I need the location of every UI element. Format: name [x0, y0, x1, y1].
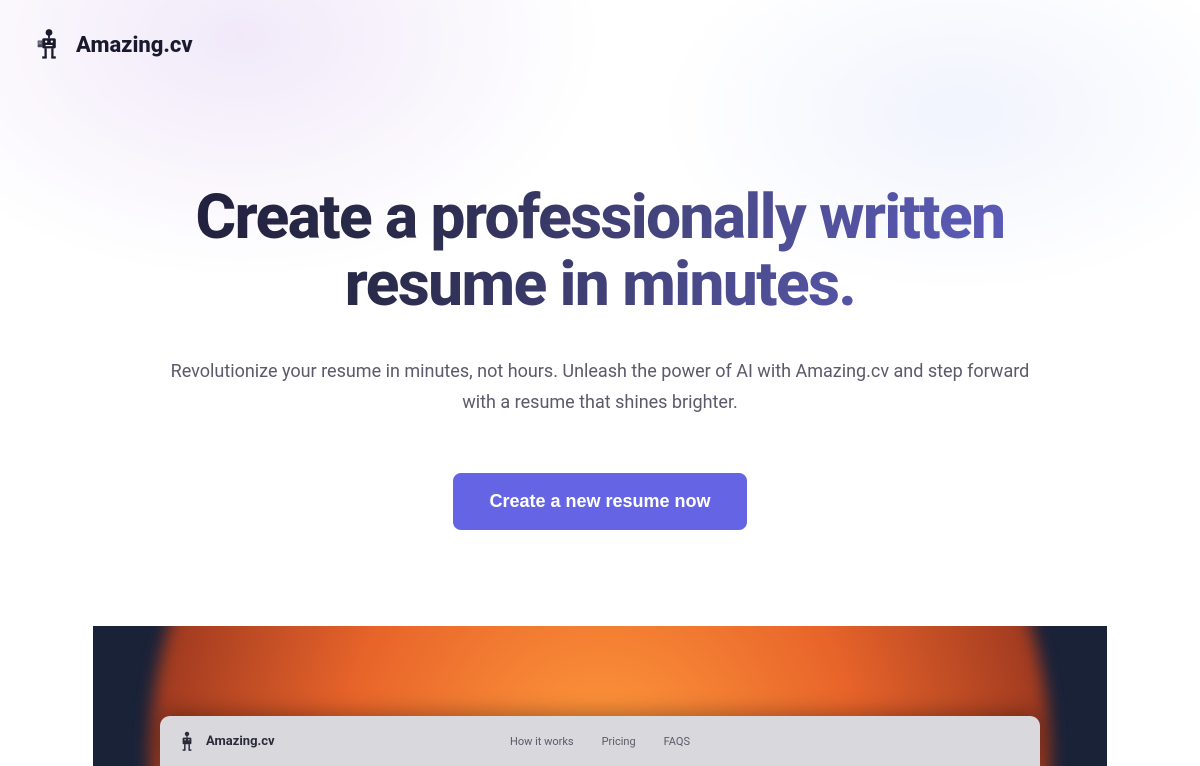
brand-name: Amazing.cv: [76, 33, 193, 58]
logo[interactable]: Amazing.cv: [32, 28, 193, 62]
preview-logo: Amazing.cv: [178, 731, 275, 751]
product-preview: Amazing.cv How it works Pricing FAQS: [93, 626, 1107, 766]
preview-nav: How it works Pricing FAQS: [510, 735, 690, 748]
hero-subtitle: Revolutionize your resume in minutes, no…: [165, 357, 1035, 418]
main-header: Amazing.cv: [0, 0, 1200, 90]
preview-nav-faqs[interactable]: FAQS: [664, 735, 690, 748]
hero-title: Create a professionally written resume i…: [100, 185, 1100, 319]
preview-browser-chrome: Amazing.cv How it works Pricing FAQS: [160, 716, 1040, 766]
robot-icon: [32, 28, 66, 62]
robot-icon: [178, 731, 198, 751]
preview-nav-pricing[interactable]: Pricing: [602, 735, 636, 748]
create-resume-button[interactable]: Create a new resume now: [453, 473, 746, 530]
preview-nav-how-it-works[interactable]: How it works: [510, 735, 574, 748]
preview-brand-name: Amazing.cv: [206, 734, 275, 749]
hero-section: Create a professionally written resume i…: [0, 90, 1200, 530]
